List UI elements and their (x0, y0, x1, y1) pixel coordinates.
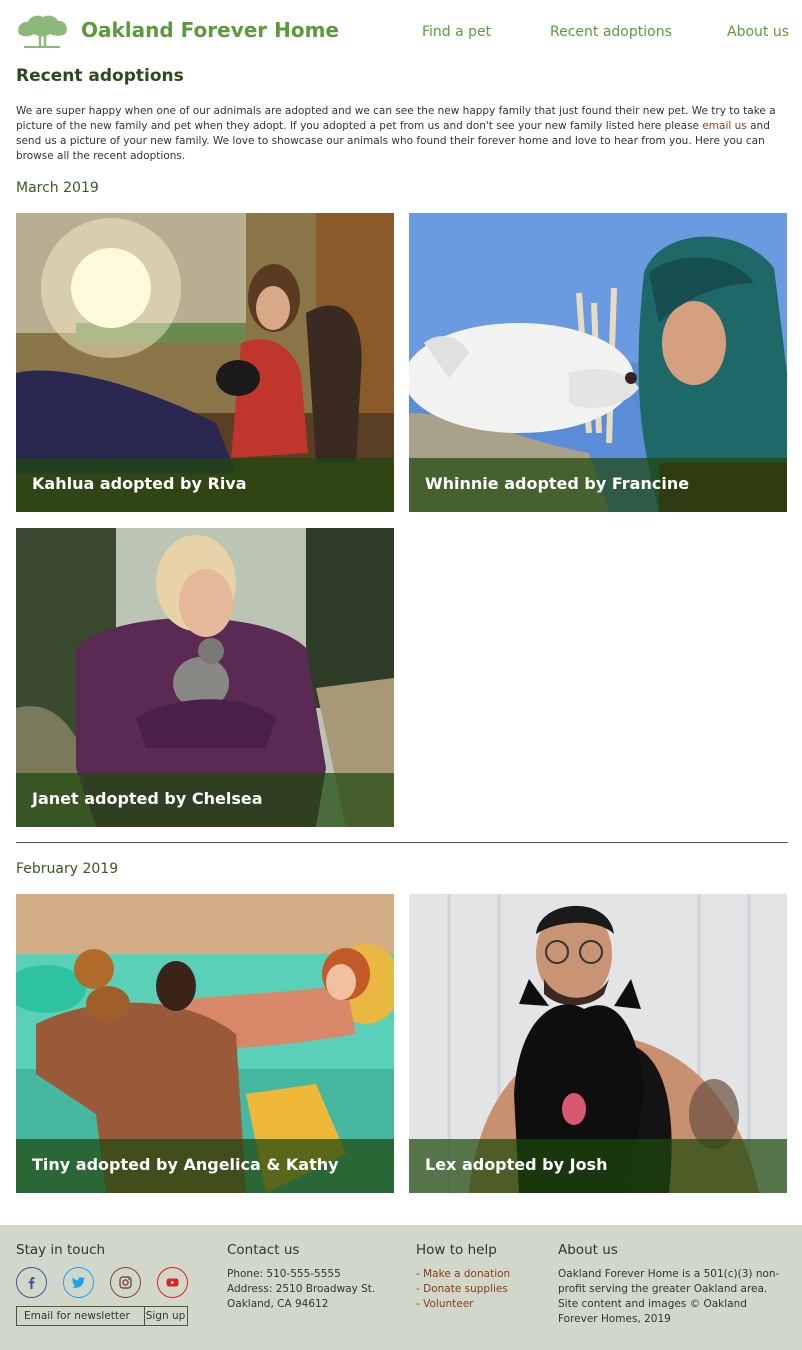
make-donation-link[interactable]: - Make a donation (416, 1267, 510, 1282)
caption-bar: Lex adopted by Josh (409, 1139, 787, 1193)
intro-paragraph: We are super happy when one of our adnim… (16, 104, 788, 164)
adoption-caption: Janet adopted by Chelsea (32, 789, 263, 808)
adoption-card[interactable]: Lex adopted by Josh (409, 894, 787, 1193)
volunteer-link[interactable]: - Volunteer (416, 1297, 510, 1312)
adoption-card[interactable]: Tiny adopted by Angelica & Kathy (16, 894, 394, 1193)
contact-address-line1: Address: 2510 Broadway St. (227, 1283, 376, 1295)
caption-bar: Tiny adopted by Angelica & Kathy (16, 1139, 394, 1193)
facebook-icon[interactable] (16, 1267, 47, 1298)
signup-button[interactable]: Sign up (144, 1307, 187, 1325)
site-title[interactable]: Oakland Forever Home (81, 18, 339, 42)
adoption-card[interactable]: Kahlua adopted by Riva (16, 213, 394, 512)
adoption-caption: Tiny adopted by Angelica & Kathy (32, 1155, 339, 1174)
contact-phone: Phone: 510-555-5555 (227, 1268, 341, 1280)
site-footer: Stay in touch Sign up Contact us Phone: … (0, 1225, 802, 1350)
contact-details: Phone: 510-555-5555 Address: 2510 Broadw… (227, 1267, 375, 1312)
caption-bar: Whinnie adopted by Francine (409, 458, 787, 512)
caption-bar: Janet adopted by Chelsea (16, 773, 394, 827)
month-heading-march: March 2019 (16, 180, 99, 196)
email-us-link[interactable]: email us (702, 120, 746, 132)
stay-in-touch-heading: Stay in touch (16, 1242, 106, 1258)
nav-recent-adoptions[interactable]: Recent adoptions (550, 24, 672, 40)
section-divider (16, 842, 788, 843)
contact-us-heading: Contact us (227, 1242, 300, 1258)
month-heading-february: February 2019 (16, 861, 119, 877)
adoption-caption: Kahlua adopted by Riva (32, 474, 247, 493)
contact-address-line2: Oakland, CA 94612 (227, 1298, 329, 1310)
adoption-caption: Whinnie adopted by Francine (425, 474, 690, 493)
nav-find-a-pet[interactable]: Find a pet (422, 24, 491, 40)
page-title: Recent adoptions (16, 66, 184, 86)
instagram-icon[interactable] (110, 1267, 141, 1298)
help-links: - Make a donation - Donate supplies - Vo… (416, 1267, 510, 1312)
caption-bar: Kahlua adopted by Riva (16, 458, 394, 512)
twitter-icon[interactable] (63, 1267, 94, 1298)
donate-supplies-link[interactable]: - Donate supplies (416, 1282, 510, 1297)
newsletter-form: Sign up (16, 1306, 188, 1326)
nav-about-us[interactable]: About us (727, 24, 789, 40)
how-to-help-heading: How to help (416, 1242, 497, 1258)
about-us-heading: About us (558, 1242, 618, 1258)
newsletter-email-input[interactable] (17, 1307, 145, 1325)
site-header: Oakland Forever Home Find a pet Recent a… (0, 0, 802, 64)
oak-tree-icon[interactable] (16, 14, 68, 48)
adoption-card[interactable]: Whinnie adopted by Francine (409, 213, 787, 512)
about-us-text: Oakland Forever Home is a 501(c)(3) non-… (558, 1268, 780, 1325)
intro-text: We are super happy when one of our adnim… (16, 105, 776, 132)
adoption-card[interactable]: Janet adopted by Chelsea (16, 528, 394, 827)
adoption-caption: Lex adopted by Josh (425, 1155, 608, 1174)
youtube-icon[interactable] (157, 1267, 188, 1298)
